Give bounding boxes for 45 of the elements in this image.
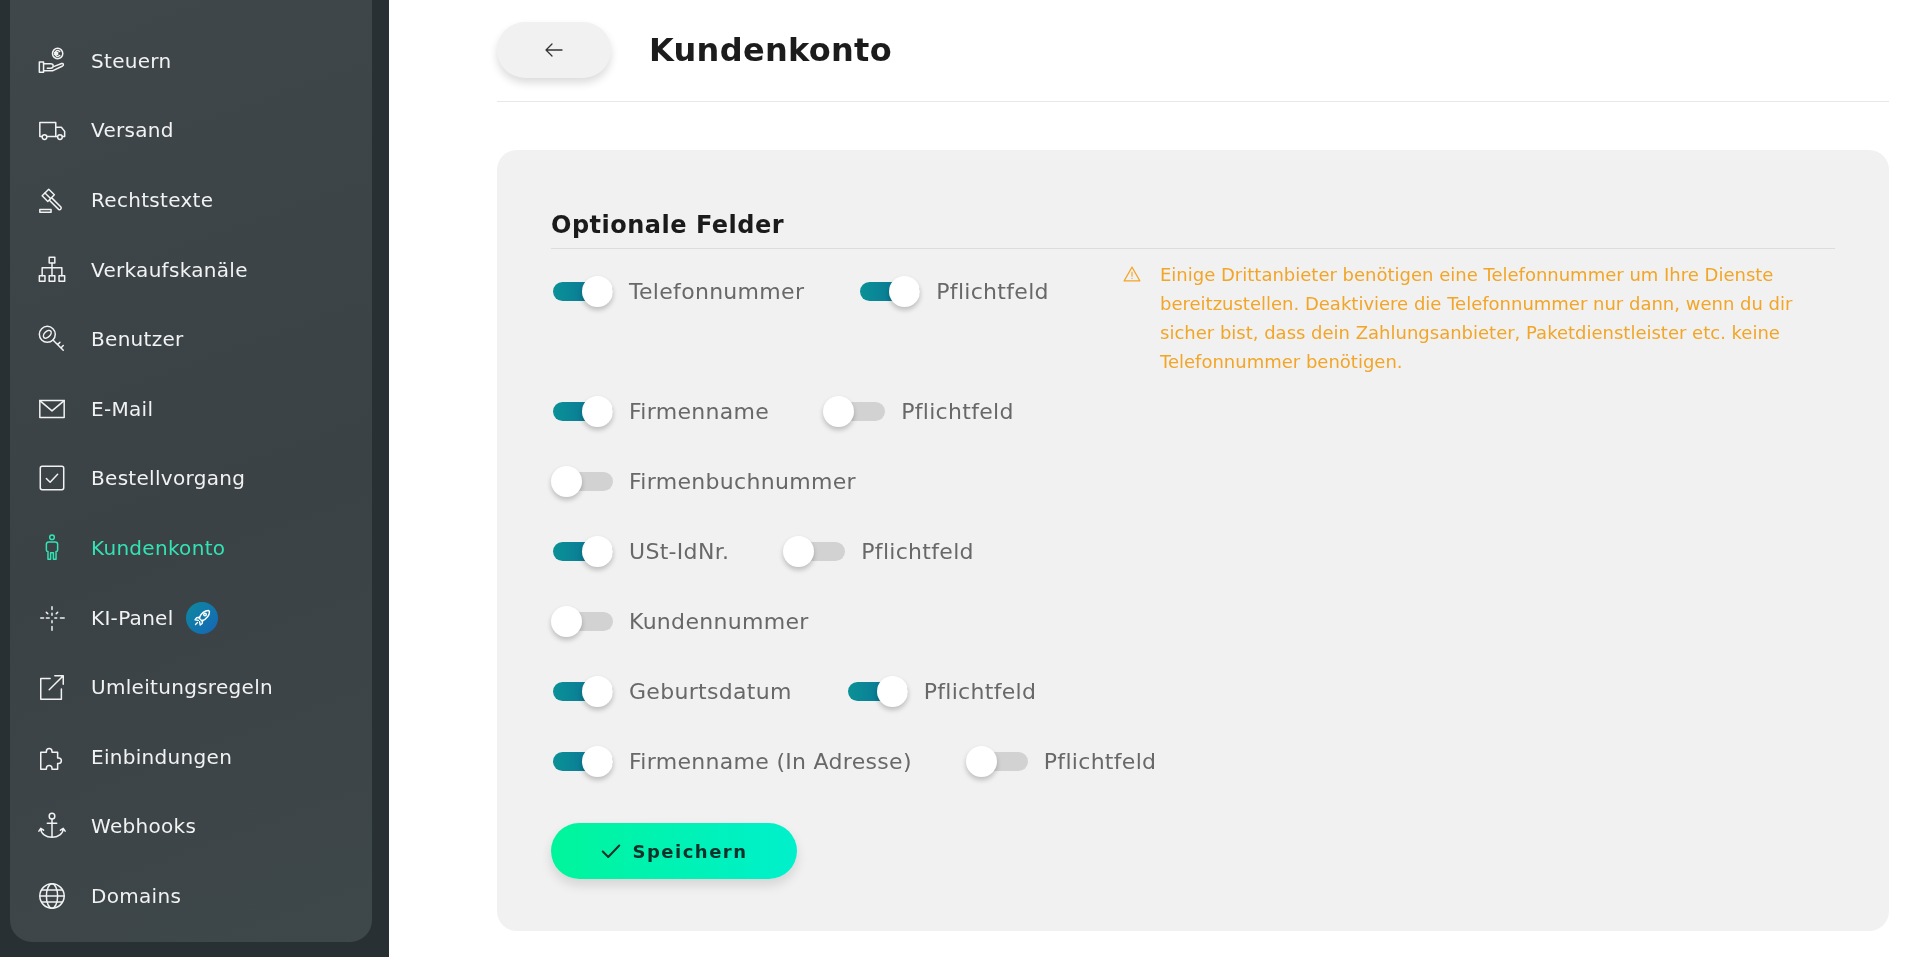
- sitemap-icon: [37, 254, 67, 285]
- required-label: Pflichtfeld: [901, 398, 1014, 426]
- external-link-icon: [37, 672, 67, 703]
- sidebar-item[interactable]: KI-Panel: [10, 582, 372, 653]
- sidebar-item[interactable]: Rechtstexte: [10, 165, 372, 235]
- field-label: Firmenname (In Adresse): [629, 748, 912, 776]
- field-label: Firmenbuchnummer: [629, 468, 856, 496]
- toggle-switch[interactable]: [551, 676, 613, 707]
- sidebar-item[interactable]: Bestellvorgang: [10, 443, 372, 514]
- sidebar-item[interactable]: Kundenkonto: [10, 513, 372, 583]
- required-label: Pflichtfeld: [861, 538, 974, 566]
- warning-icon: [1123, 266, 1141, 282]
- sidebar-item[interactable]: Verkaufskanäle: [10, 234, 372, 305]
- required-label: Pflichtfeld: [936, 278, 1049, 306]
- sidebar-item[interactable]: Einbindungen: [10, 721, 372, 792]
- required-label: Pflichtfeld: [923, 678, 1037, 706]
- sidebar-item[interactable]: Webhooks: [10, 791, 372, 862]
- field-label: USt-IdNr.: [629, 538, 730, 566]
- hand-coin-icon: [37, 45, 67, 76]
- sidebar-item[interactable]: Domains: [10, 861, 372, 931]
- field-label: Geburtsdatum: [629, 678, 792, 706]
- required-toggle-switch[interactable]: [965, 746, 1028, 777]
- toggle-switch[interactable]: [551, 276, 613, 307]
- page-title: Kundenkonto: [649, 31, 892, 69]
- toggle-switch[interactable]: [551, 536, 613, 567]
- toggle-switch[interactable]: [551, 746, 613, 777]
- required-label: Pflichtfeld: [1043, 748, 1157, 776]
- field-label: Kundennummer: [629, 608, 809, 636]
- required-toggle-switch[interactable]: [858, 276, 921, 307]
- toggle-switch[interactable]: [551, 396, 613, 427]
- sidebar-item[interactable]: E-Mail: [10, 373, 372, 444]
- save-button[interactable]: Speichern: [551, 823, 797, 879]
- field-label: Telefonnummer: [629, 278, 805, 306]
- sidebar-item[interactable]: Versand: [10, 95, 372, 166]
- globe-icon: [37, 880, 67, 911]
- field-label: Firmenname: [629, 398, 770, 426]
- toggle-switch[interactable]: [551, 606, 613, 637]
- required-toggle-switch[interactable]: [823, 396, 886, 427]
- required-toggle-switch[interactable]: [783, 536, 846, 567]
- sidebar-item[interactable]: Umleitungsregeln: [10, 652, 372, 722]
- section-title: Optionale Felder: [551, 210, 1835, 249]
- toggle-switch[interactable]: [551, 466, 613, 497]
- sidebar-item[interactable]: Steuern: [10, 26, 372, 96]
- warning-text: Einige Drittanbieter benötigen eine Telefonnummer um Ihre Dienste bereitzustellen. Deaktiviere die Telefonnummer nur dann, wenn du dir sicher bist, dass dein Zahlungsanbieter, Paketdienstleister etc. keine Telefonnummer benötigen.: [1160, 263, 1794, 374]
- sidebar-item[interactable]: Benutzer: [10, 304, 372, 374]
